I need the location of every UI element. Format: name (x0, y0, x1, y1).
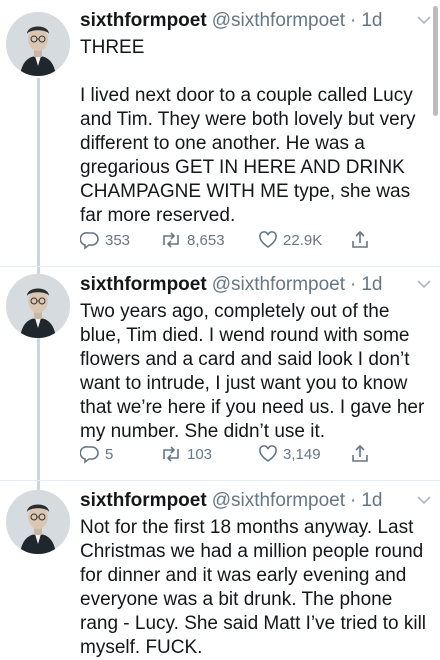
user-handle[interactable]: @sixthformpoet (212, 490, 345, 512)
tweet[interactable]: sixthformpoet @sixthformpoet · 1d THREE … (0, 10, 440, 260)
avatar-portrait-icon (6, 12, 70, 76)
chevron-down-icon[interactable] (416, 494, 432, 506)
retweet-icon (163, 232, 179, 248)
chevron-down-icon[interactable] (416, 14, 432, 26)
like-count: 22.9K (283, 231, 323, 249)
reply-icon (80, 446, 99, 464)
reply-button[interactable]: 353 (80, 230, 160, 250)
like-button[interactable]: 22.9K (258, 230, 350, 250)
tweet-divider (0, 266, 440, 267)
chevron-down-icon[interactable] (416, 278, 432, 290)
tweet-header: sixthformpoet @sixthformpoet · 1d (80, 10, 430, 36)
avatar[interactable] (6, 490, 70, 554)
share-icon (352, 230, 368, 248)
tweet-divider (0, 480, 440, 481)
tweet-actions: 353 8,653 22.9K (80, 230, 370, 250)
display-name[interactable]: sixthformpoet (80, 274, 207, 296)
reply-button[interactable]: 5 (80, 444, 160, 464)
avatar[interactable] (6, 12, 70, 76)
avatar[interactable] (6, 274, 70, 338)
tweet-header: sixthformpoet @sixthformpoet · 1d (80, 274, 430, 300)
share-icon (352, 444, 368, 462)
tweet-text: Two years ago, completely out of the blu… (80, 301, 425, 442)
separator: · (350, 274, 357, 295)
tweet-header: sixthformpoet @sixthformpoet · 1d (80, 490, 430, 516)
timestamp[interactable]: 1d (361, 274, 382, 296)
timestamp[interactable]: 1d (361, 490, 382, 512)
share-button[interactable] (350, 444, 370, 464)
retweet-button[interactable]: 8,653 (160, 230, 258, 250)
tweet[interactable]: sixthformpoet @sixthformpoet · 1d Two ye… (0, 274, 440, 474)
share-button[interactable] (350, 230, 370, 250)
tweet-actions: 5 103 3,149 (80, 444, 370, 464)
separator: · (350, 490, 357, 511)
retweet-count: 103 (187, 445, 213, 463)
user-handle[interactable]: @sixthformpoet (212, 10, 345, 32)
tweet[interactable]: sixthformpoet @sixthformpoet · 1d Not fo… (0, 490, 440, 658)
tweet-text: THREE I lived next door to a couple call… (80, 37, 416, 226)
retweet-button[interactable]: 103 (160, 444, 258, 464)
avatar-portrait-icon (6, 274, 70, 338)
tweet-text: Not for the first 18 months anyway. Last… (80, 517, 427, 658)
reply-count: 5 (105, 445, 114, 463)
heart-icon (259, 231, 277, 248)
avatar-portrait-icon (6, 490, 70, 554)
display-name[interactable]: sixthformpoet (80, 490, 207, 512)
display-name[interactable]: sixthformpoet (80, 10, 207, 32)
retweet-icon (163, 446, 179, 462)
separator: · (350, 10, 357, 31)
reply-icon (80, 232, 99, 250)
like-count: 3,149 (283, 445, 321, 463)
user-handle[interactable]: @sixthformpoet (212, 274, 345, 296)
like-button[interactable]: 3,149 (258, 444, 350, 464)
heart-icon (259, 445, 277, 462)
retweet-count: 8,653 (187, 231, 225, 249)
timestamp[interactable]: 1d (361, 10, 382, 32)
reply-count: 353 (105, 231, 131, 249)
